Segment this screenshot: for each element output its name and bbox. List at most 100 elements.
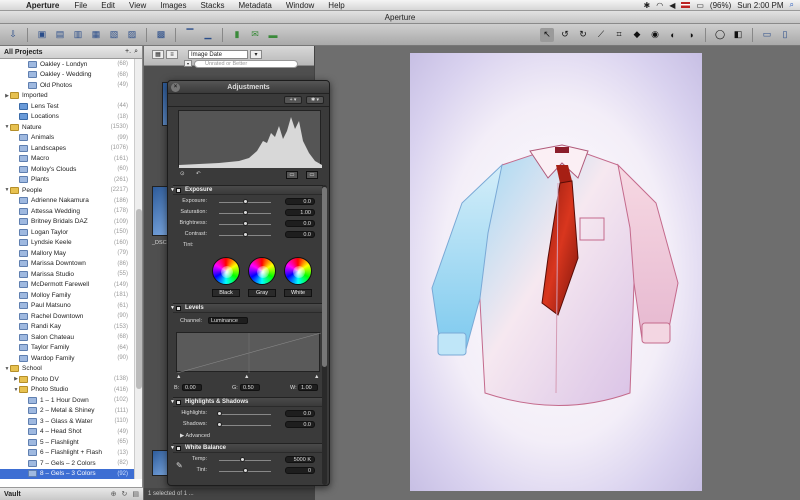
disclosure-triangle-icon[interactable]: ▼ xyxy=(170,444,175,453)
value-field[interactable]: 5000 K xyxy=(285,456,315,463)
slider-track[interactable] xyxy=(219,414,271,415)
viewer-mode-icon[interactable]: ◧ xyxy=(731,28,745,42)
black-color-wheel[interactable] xyxy=(212,257,240,285)
menu-images[interactable]: Images xyxy=(153,1,193,10)
close-icon[interactable]: × xyxy=(171,83,180,92)
sort-direction-icon[interactable]: ▾ xyxy=(250,50,262,59)
album-row[interactable]: Taylor Family (64) xyxy=(0,343,142,354)
exposure-checkbox[interactable] xyxy=(176,188,181,193)
projects-title[interactable]: All Projects xyxy=(4,49,43,56)
white-wheel-label[interactable]: White xyxy=(284,289,312,297)
album-row[interactable]: Mallory May (79) xyxy=(0,248,142,259)
album-row[interactable]: McDermott Farewell (149) xyxy=(0,280,142,291)
channel-select[interactable]: Luminance xyxy=(208,317,248,324)
app-menu[interactable]: Aperture xyxy=(22,1,67,10)
sort-select[interactable]: Image Date xyxy=(188,50,248,59)
thumbnail[interactable] xyxy=(152,186,168,236)
album-row[interactable]: 8 – Gels – 3 Colors (92) xyxy=(0,468,142,479)
project-row[interactable]: Lens Test (44) xyxy=(0,101,142,112)
album-row[interactable]: Landscapes (1076) xyxy=(0,143,142,154)
album-row[interactable]: 4 – Head Shot (49) xyxy=(0,427,142,438)
folder-row[interactable]: ▼ People (2217) xyxy=(0,185,142,196)
action-menu-icon[interactable]: ✱ ▾ xyxy=(306,96,324,104)
list-view-icon[interactable]: ≡ xyxy=(166,50,178,59)
gray-wheel-label[interactable]: Gray xyxy=(248,289,276,297)
layout-1-icon[interactable]: ▭ xyxy=(760,28,774,42)
slider-knob[interactable] xyxy=(243,210,248,215)
value-field[interactable]: 0 xyxy=(285,467,315,474)
slider-track[interactable] xyxy=(219,425,271,426)
gray-color-wheel[interactable] xyxy=(248,257,276,285)
crop-icon[interactable]: ⌗ xyxy=(612,28,626,42)
stack-icon[interactable]: ▩ xyxy=(154,28,168,42)
histogram-options-icon[interactable]: ⊙ xyxy=(180,171,185,177)
project-row[interactable]: Locations (18) xyxy=(0,112,142,123)
slider-track[interactable] xyxy=(219,460,271,461)
bluetooth-icon[interactable]: ✱ xyxy=(644,1,651,10)
album-row[interactable]: Marissa Studio (55) xyxy=(0,269,142,280)
import-icon[interactable]: ⇩ xyxy=(6,28,20,42)
filter-field[interactable]: Unrated or Better xyxy=(194,60,298,68)
album-row[interactable]: 1 – 1 Hour Down (102) xyxy=(0,395,142,406)
slider-knob[interactable] xyxy=(243,199,248,204)
album-row[interactable]: Animals (99) xyxy=(0,133,142,144)
album-row[interactable]: Attessa Wedding (178) xyxy=(0,206,142,217)
folder-row[interactable]: ▼ School xyxy=(0,364,142,375)
menu-view[interactable]: View xyxy=(122,1,153,10)
folder-row[interactable]: ▼ Photo Studio (416) xyxy=(0,385,142,396)
album-row[interactable]: Adrienne Nakamura (186) xyxy=(0,196,142,207)
value-field[interactable]: 0.0 xyxy=(285,220,315,227)
black-wheel-label[interactable]: Black xyxy=(212,289,240,297)
value-field[interactable]: 0.0 xyxy=(285,198,315,205)
adjustments-hud[interactable]: × Adjustments + ▾ ✱ ▾ ⊙ ↶ ▭ ▭ ▼ Exposure… xyxy=(167,80,330,486)
add-adjustment-icon[interactable]: + ▾ xyxy=(284,96,302,104)
new-web-icon[interactable]: ▨ xyxy=(125,28,139,42)
white-point-handle-icon[interactable]: ▲ xyxy=(314,374,319,380)
flag-icon[interactable] xyxy=(681,2,691,8)
black-point-field[interactable]: 0.00 xyxy=(182,384,202,391)
value-field[interactable]: 0.0 xyxy=(285,231,315,238)
hud-titlebar[interactable]: × Adjustments xyxy=(168,81,329,94)
auto-levels-icon[interactable]: ▭ xyxy=(286,171,298,179)
stamp-icon[interactable]: ▁ xyxy=(201,28,215,42)
histogram-reset-icon[interactable]: ↶ xyxy=(196,171,201,177)
vault-sync-icon[interactable]: ↻ xyxy=(122,490,128,498)
filter-icon[interactable]: ▾ xyxy=(184,60,192,67)
vault-backup-icon[interactable]: ▤ xyxy=(132,490,139,498)
highlights-checkbox[interactable] xyxy=(176,400,181,405)
gray-point-handle-icon[interactable]: ▲ xyxy=(244,374,249,380)
levels-section[interactable]: ▼ Levels xyxy=(170,303,323,313)
vault-label[interactable]: Vault xyxy=(4,491,21,498)
disclosure-triangle-icon[interactable]: ▼ xyxy=(170,304,175,313)
folder-row[interactable]: ▶ Photo DV (138) xyxy=(0,374,142,385)
grid-view-icon[interactable]: ▦ xyxy=(152,50,164,59)
menu-file[interactable]: File xyxy=(67,1,94,10)
email-icon[interactable]: ✉ xyxy=(248,28,262,42)
new-album-icon[interactable]: ▥ xyxy=(71,28,85,42)
album-row[interactable]: Molloy's Clouds (60) xyxy=(0,164,142,175)
gray-point-field[interactable]: 0.50 xyxy=(240,384,260,391)
slider-knob[interactable] xyxy=(217,411,222,416)
folder-row[interactable]: ▼ Nature (1530) xyxy=(0,122,142,133)
new-project-icon[interactable]: ▣ xyxy=(35,28,49,42)
album-row[interactable]: Macro (161) xyxy=(0,154,142,165)
select-tool-icon[interactable]: ↖ xyxy=(540,27,554,42)
white-balance-checkbox[interactable] xyxy=(176,446,181,451)
album-row[interactable]: Old Photos (49) xyxy=(0,80,142,91)
album-row[interactable]: Britney Bridals DAZ (109) xyxy=(0,217,142,228)
new-folder-icon[interactable]: ▤ xyxy=(53,28,67,42)
album-row[interactable]: Plants (261) xyxy=(0,175,142,186)
slider-knob[interactable] xyxy=(243,221,248,226)
album-row[interactable]: Lyndsie Keele (160) xyxy=(0,238,142,249)
rotate-left-icon[interactable]: ↺ xyxy=(558,28,572,42)
white-color-wheel[interactable] xyxy=(284,257,312,285)
menu-metadata[interactable]: Metadata xyxy=(231,1,278,10)
volume-icon[interactable]: ◀ xyxy=(669,1,675,10)
new-book-icon[interactable]: ▧ xyxy=(107,28,121,42)
search-icon[interactable]: ⌕ xyxy=(134,48,138,56)
battery-icon[interactable]: ▭ xyxy=(696,1,704,10)
main-photo[interactable] xyxy=(410,53,702,491)
white-point-field[interactable]: 1.00 xyxy=(298,384,318,391)
disclosure-triangle-icon[interactable]: ▼ xyxy=(170,398,175,407)
thumbnail[interactable] xyxy=(152,450,168,476)
